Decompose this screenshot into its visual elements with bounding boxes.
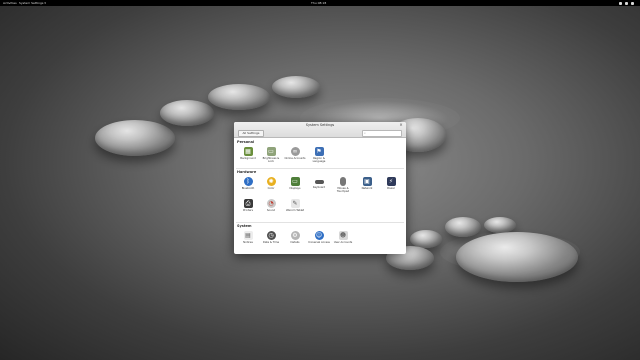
wacom-item[interactable]: ✎ Wacom Tablet: [284, 199, 306, 212]
mouse-item[interactable]: Mouse & Touchpad: [332, 177, 354, 193]
accessibility-icon: ☺: [314, 231, 324, 240]
power-icon: ⚡: [386, 177, 396, 186]
top-bar: Activities System Settings ▾ Thu 08:18: [0, 0, 640, 6]
notices-item[interactable]: ▤ Notices: [237, 231, 259, 244]
background-item[interactable]: ▦ Background: [237, 147, 259, 160]
desktop-background: Activities System Settings ▾ Thu 08:18 S…: [0, 0, 640, 360]
activities-button[interactable]: Activities: [3, 0, 17, 6]
search-icon: ⌕: [364, 131, 366, 135]
network-icon: ▣: [362, 177, 372, 186]
wallpaper-drop: [272, 76, 320, 98]
wallpaper-drop: [456, 232, 578, 282]
network-icon: [619, 1, 622, 5]
window-title: System Settings: [305, 123, 335, 127]
brightness-item[interactable]: ▭ Brightness & Lock: [260, 147, 282, 163]
network-item[interactable]: ▣ Network: [356, 177, 378, 190]
universal-access-item[interactable]: ☺ Universal Access: [308, 231, 330, 244]
all-settings-button[interactable]: All Settings: [238, 130, 264, 137]
online-accounts-item[interactable]: ∞ Online Accounts: [284, 147, 306, 160]
color-item[interactable]: ✺ Color: [260, 177, 282, 190]
clock-icon: ◷: [266, 231, 276, 240]
wallpaper-drop: [484, 217, 516, 233]
color-icon: ✺: [266, 177, 276, 186]
printer-icon: ⎙: [243, 199, 253, 208]
datetime-item[interactable]: ◷ Date & Time: [260, 231, 282, 244]
displays-item[interactable]: ▭ Displays: [284, 177, 306, 190]
region-item[interactable]: ⚑ Region & Language: [308, 147, 330, 163]
section-personal: Personal: [237, 140, 255, 144]
bluetooth-item[interactable]: ᛒ Bluetooth: [237, 177, 259, 190]
search-input[interactable]: ⌕: [362, 130, 402, 137]
close-icon[interactable]: ×: [399, 123, 403, 127]
app-menu[interactable]: System Settings ▾: [19, 0, 46, 6]
section-system: System: [237, 224, 252, 228]
keyboard-icon: [314, 180, 324, 184]
printers-item[interactable]: ⎙ Printers: [237, 199, 259, 212]
wallpaper-drop: [445, 217, 481, 237]
settings-window: System Settings × All Settings ⌕ Persona…: [234, 122, 406, 254]
keyboard-item[interactable]: Keyboard: [308, 177, 330, 189]
users-item[interactable]: ☻ User Accounts: [332, 231, 354, 244]
online-accounts-icon: ∞: [290, 147, 300, 156]
bluetooth-icon: ᛒ: [243, 177, 253, 186]
section-divider: [236, 222, 404, 223]
sound-icon: ◔: [266, 199, 276, 208]
power-icon: [631, 1, 634, 5]
wallpaper-drop: [208, 84, 270, 110]
wallpaper-drop: [160, 100, 214, 126]
power-item[interactable]: ⚡ Power: [380, 177, 402, 190]
volume-icon: [625, 1, 628, 5]
section-divider: [236, 168, 404, 169]
title-bar: System Settings × All Settings ⌕: [234, 122, 406, 138]
background-icon: ▦: [243, 147, 253, 156]
details-item[interactable]: ⚙ Details: [284, 231, 306, 244]
sound-item[interactable]: ◔ Sound: [260, 199, 282, 212]
flag-icon: ⚑: [314, 147, 324, 156]
status-area[interactable]: [619, 0, 634, 5]
wacom-icon: ✎: [290, 199, 300, 208]
brightness-icon: ▭: [266, 147, 276, 156]
section-hardware: Hardware: [237, 170, 257, 174]
displays-icon: ▭: [290, 177, 300, 186]
user-icon: ☻: [338, 231, 348, 240]
clock[interactable]: Thu 08:18: [311, 0, 326, 6]
wallpaper-drop: [95, 120, 175, 156]
mouse-icon: [340, 177, 346, 186]
gear-icon: ⚙: [290, 231, 300, 240]
notices-icon: ▤: [243, 231, 253, 240]
